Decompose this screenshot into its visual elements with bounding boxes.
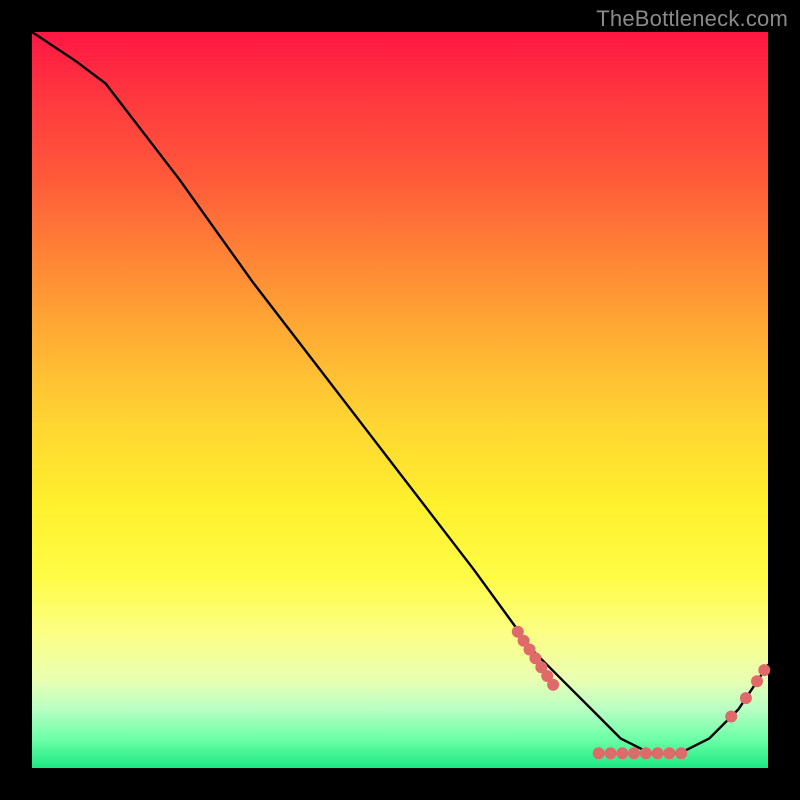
marker-group (512, 626, 771, 760)
data-marker (640, 747, 652, 759)
data-marker (593, 747, 605, 759)
data-marker (605, 747, 617, 759)
data-marker (652, 747, 664, 759)
data-marker (663, 747, 675, 759)
chart-svg (32, 32, 768, 768)
data-marker (758, 664, 770, 676)
data-marker (628, 747, 640, 759)
data-marker (547, 679, 559, 691)
data-marker (740, 692, 752, 704)
data-marker (751, 675, 763, 687)
bottleneck-curve (32, 32, 768, 753)
plot-area (32, 32, 768, 768)
data-marker (616, 747, 628, 759)
data-marker (725, 711, 737, 723)
data-marker (675, 747, 687, 759)
watermark-text: TheBottleneck.com (596, 6, 788, 32)
chart-frame: TheBottleneck.com (0, 0, 800, 800)
